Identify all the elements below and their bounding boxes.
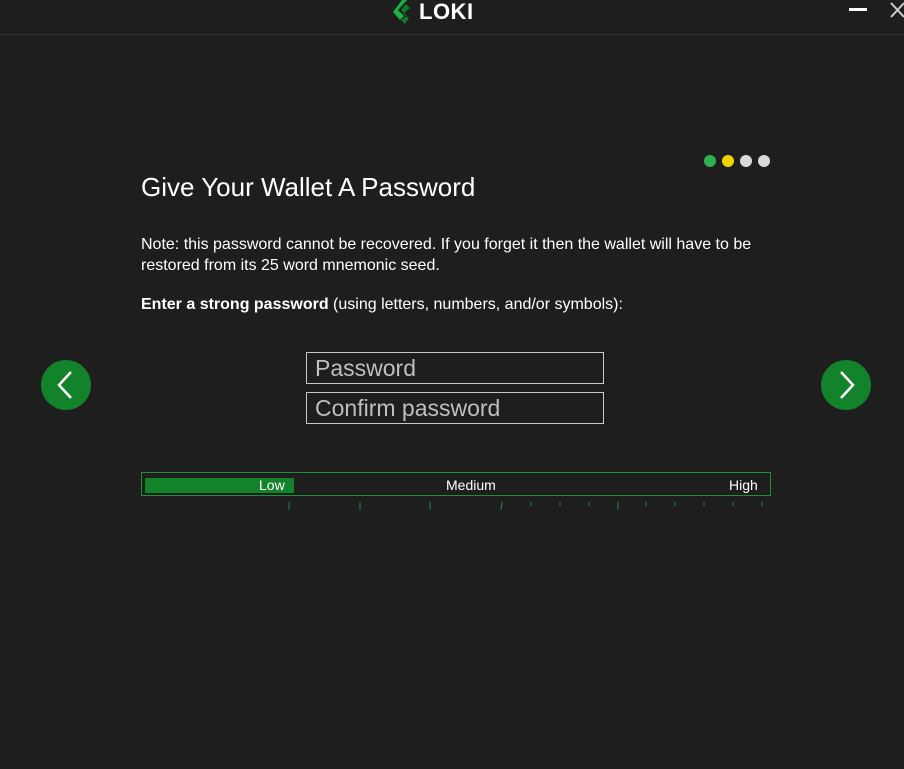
close-icon bbox=[890, 2, 904, 18]
chevron-left-icon bbox=[57, 371, 72, 399]
app-name: LOKI bbox=[419, 0, 474, 24]
step-dot-2 bbox=[722, 155, 734, 167]
page-title: Give Your Wallet A Password bbox=[141, 172, 476, 202]
app-logo: LOKI bbox=[393, 0, 474, 24]
password-strength-meter: Low Medium High bbox=[141, 472, 771, 496]
step-dot-3 bbox=[740, 155, 752, 167]
minimize-button[interactable] bbox=[844, 0, 874, 22]
password-instruction: Enter a strong password (using letters, … bbox=[141, 296, 623, 314]
step-dot-1 bbox=[704, 155, 716, 167]
chevron-right-icon bbox=[840, 371, 855, 399]
step-dot-4 bbox=[758, 155, 770, 167]
title-bar: LOKI bbox=[0, 0, 904, 35]
strength-label-low: Low bbox=[259, 477, 285, 493]
strength-scale-ticks bbox=[288, 501, 763, 511]
instruction-bold: Enter a strong password bbox=[141, 296, 329, 313]
step-indicator bbox=[704, 155, 770, 167]
instruction-rest: (using letters, numbers, and/or symbols)… bbox=[328, 296, 623, 313]
password-input[interactable] bbox=[306, 352, 604, 384]
next-step-button[interactable] bbox=[821, 360, 871, 410]
minimize-icon bbox=[849, 8, 867, 11]
strength-label-medium: Medium bbox=[446, 477, 496, 493]
loki-logo-icon bbox=[393, 0, 410, 24]
strength-label-high: High bbox=[729, 477, 758, 493]
recovery-note: Note: this password cannot be recovered.… bbox=[141, 236, 752, 274]
confirm-password-input[interactable] bbox=[306, 392, 604, 424]
close-button[interactable] bbox=[884, 0, 904, 22]
previous-step-button[interactable] bbox=[41, 360, 91, 410]
